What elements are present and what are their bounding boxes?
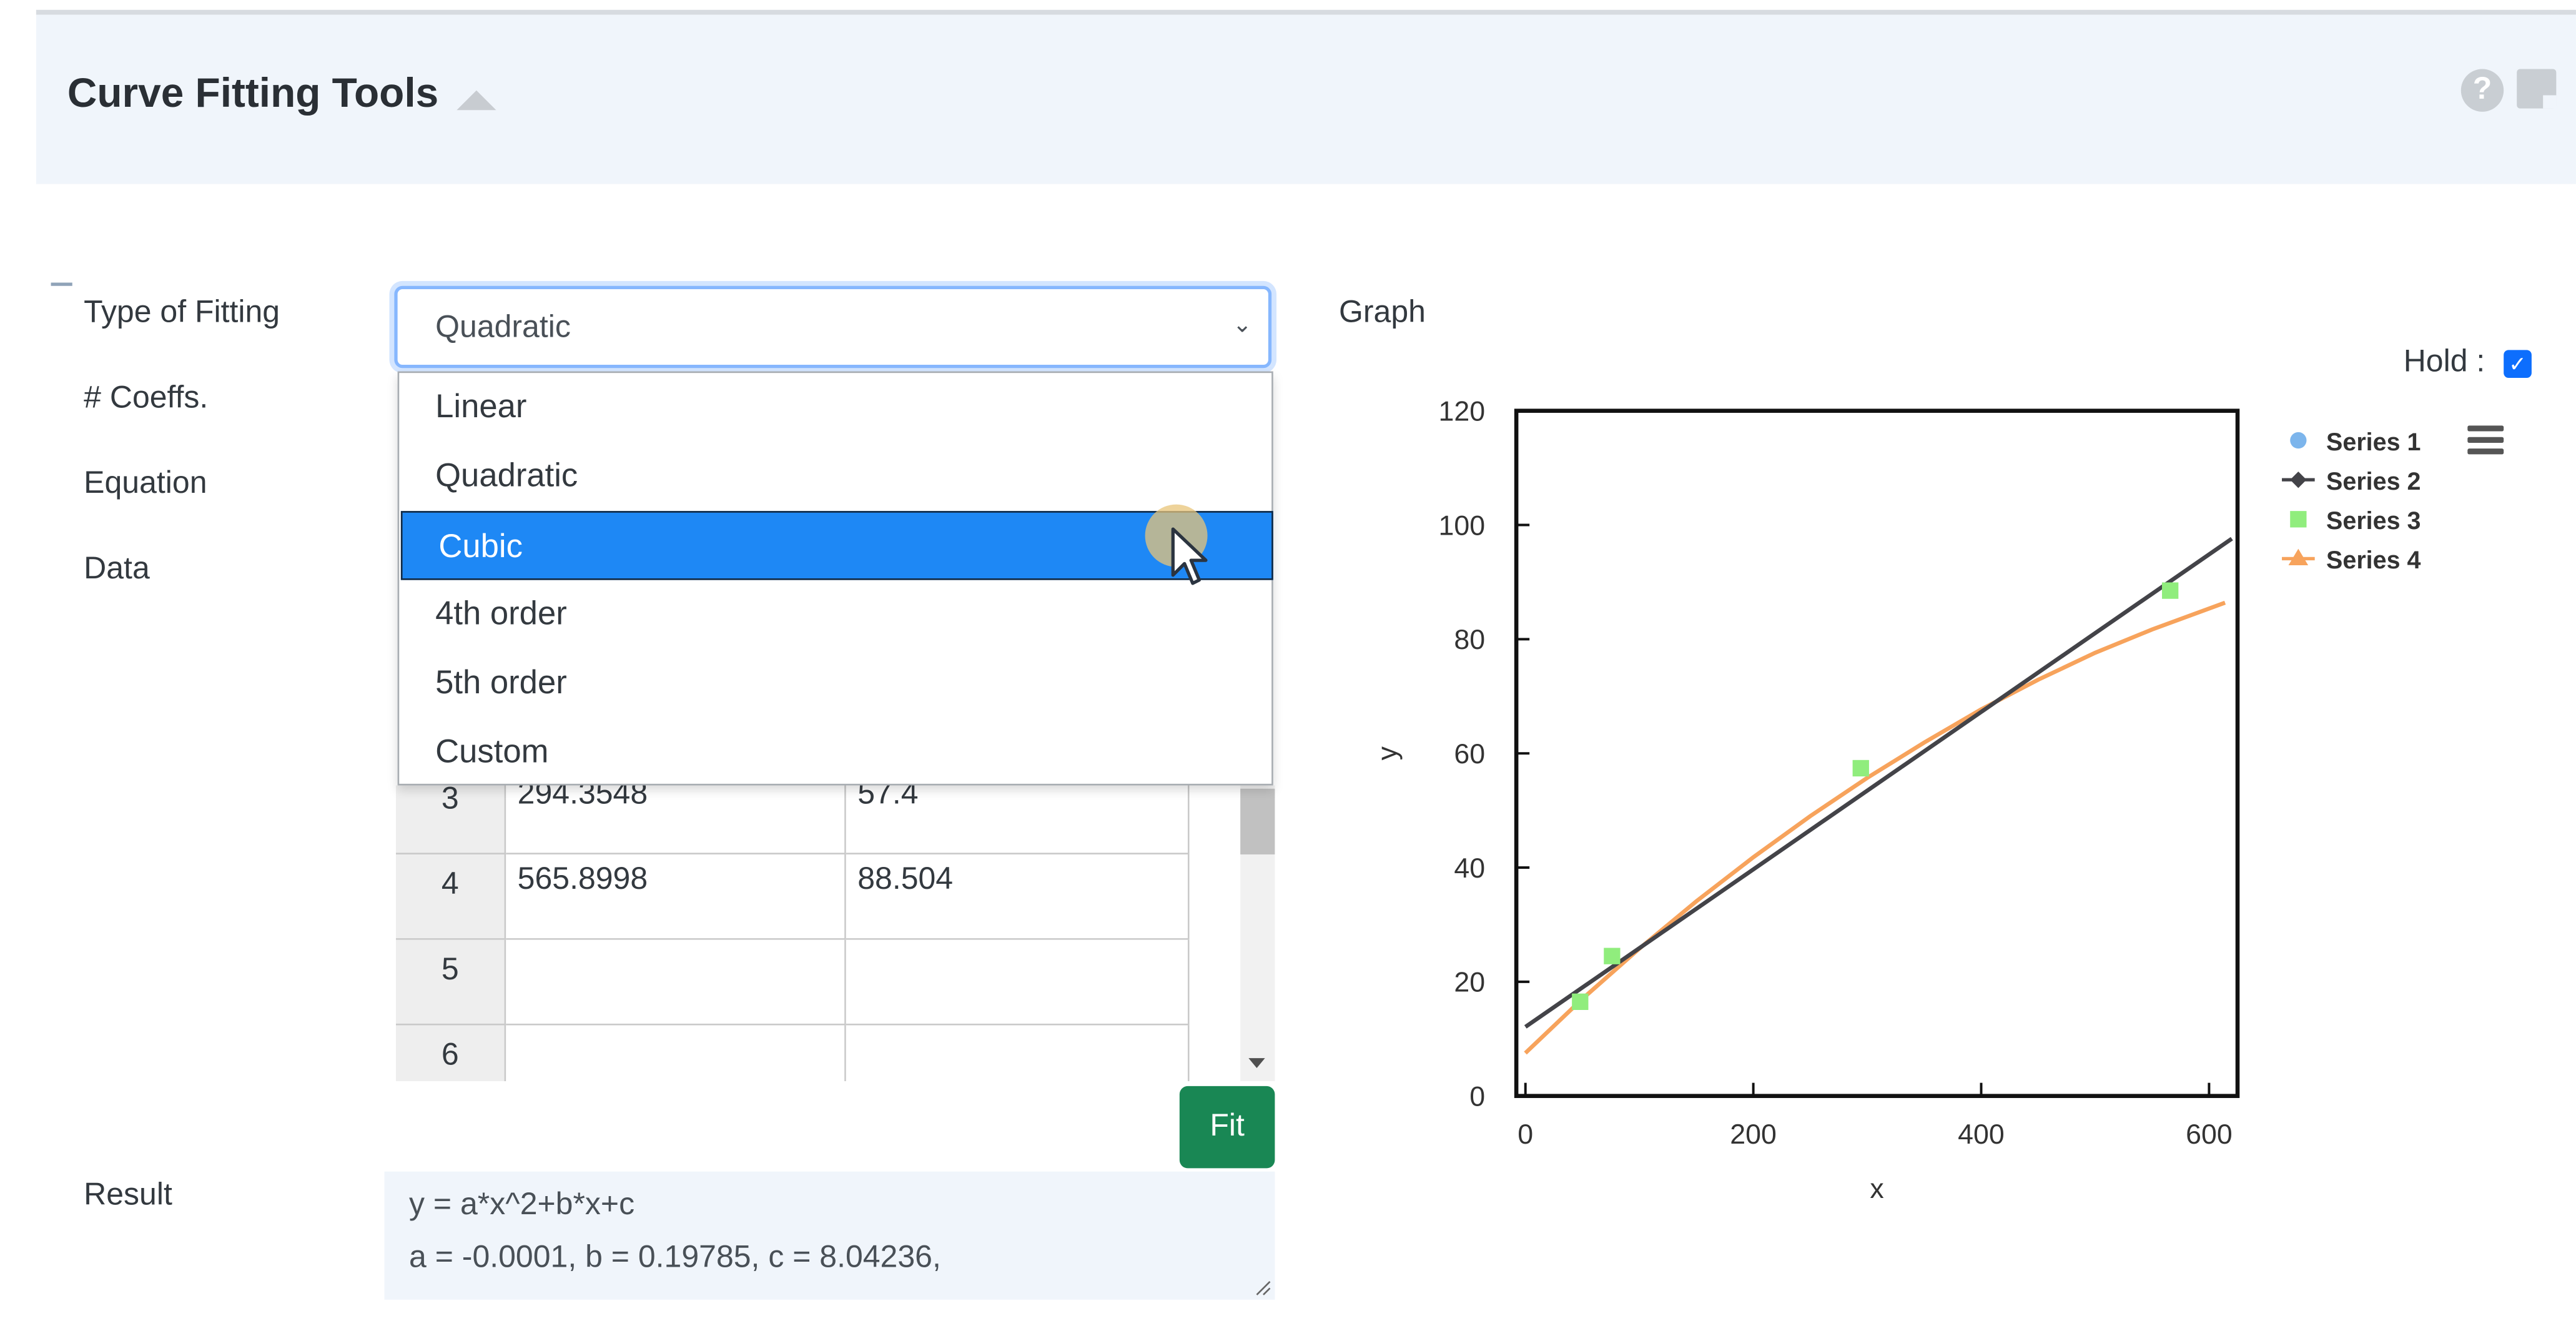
option-custom[interactable]: Custom — [399, 718, 1271, 787]
result-label: Result — [84, 1178, 172, 1213]
option-5th-order[interactable]: 5th order — [399, 649, 1271, 718]
y-tick-label: 20 — [1454, 967, 1485, 998]
hold-label: Hold : — [2403, 345, 2485, 380]
table-cell-x[interactable]: 294.3548 — [506, 785, 846, 854]
y-tick-label: 40 — [1454, 853, 1485, 884]
type-of-fitting-label: Type of Fitting — [84, 295, 280, 330]
option-quadratic[interactable]: Quadratic — [399, 442, 1271, 511]
page-title: Curve Fitting Tools — [67, 71, 439, 117]
collapse-triangle-icon[interactable] — [456, 90, 496, 111]
legend-label-series-4: Series 4 — [2326, 547, 2421, 574]
legend-label-series-2: Series 2 — [2326, 468, 2421, 495]
y-tick-label: 60 — [1454, 739, 1485, 769]
y-tick-label: 120 — [1439, 396, 1486, 427]
table-cell-x[interactable]: 565.8998 — [506, 854, 846, 940]
x-tick-label: 0 — [1517, 1119, 1533, 1150]
table-cell-y[interactable] — [846, 939, 1190, 1026]
row-index-cell: 4 — [395, 854, 506, 940]
help-icon[interactable]: ? — [2460, 69, 2504, 112]
data-table: 3 294.3548 57.4 4 565.8998 88.504 5 6 — [395, 785, 1190, 1082]
resize-grip-icon[interactable] — [1255, 1280, 1271, 1296]
legend-marker-series-2 — [2290, 472, 2307, 488]
table-cell-x[interactable] — [506, 939, 846, 1026]
y-tick-label: 100 — [1439, 510, 1486, 541]
fitting-type-select[interactable]: Quadratic ⌄ — [394, 285, 1272, 369]
option-cubic[interactable]: Cubic — [400, 511, 1273, 580]
card-top-border — [36, 9, 2576, 15]
table-cell-x[interactable] — [506, 1025, 846, 1082]
menu-bar — [2467, 425, 2504, 432]
legend-marker-series-1 — [2290, 432, 2307, 449]
fit-chart: 0 200 400 600 0 20 40 60 80 100 120 x y Series 1 Serie… — [1372, 396, 2504, 1204]
result-coefficients: a = -0.0001, b = 0.19785, c = 8.04236, — [409, 1240, 941, 1275]
y-axis-title: y — [1372, 746, 1403, 760]
scroll-down-arrow-icon[interactable] — [1248, 1058, 1265, 1068]
result-equation: y = a*x^2+b*x+c — [409, 1187, 635, 1223]
x-tick-label: 600 — [2186, 1119, 2233, 1150]
legend-marker-series-3 — [2290, 511, 2307, 528]
y-tick-label: 80 — [1454, 625, 1485, 655]
row-index-cell: 6 — [395, 1025, 506, 1082]
scrollbar-thumb[interactable] — [1240, 788, 1275, 854]
x-tick-label: 400 — [1958, 1119, 2005, 1150]
hold-checkbox[interactable]: ✓ — [2504, 350, 2532, 379]
plot-area — [1514, 408, 2240, 1098]
fitting-type-value: Quadratic — [435, 310, 571, 345]
legend-label-series-1: Series 1 — [2326, 428, 2421, 456]
y-tick-label: 0 — [1469, 1081, 1485, 1112]
x-tick-label: 200 — [1730, 1119, 1777, 1150]
data-label: Data — [84, 552, 150, 587]
menu-bar — [2467, 437, 2504, 443]
graph-label: Graph — [1339, 295, 1426, 330]
table-cell-y[interactable]: 88.504 — [846, 854, 1190, 940]
coeffs-label: # Coeffs. — [84, 381, 209, 416]
chart-menu-icon[interactable] — [2467, 425, 2504, 455]
series-3-point — [1572, 993, 1589, 1010]
series-3-point — [1604, 948, 1621, 964]
row-index-cell: 3 — [395, 785, 506, 854]
table-cell-y[interactable]: 57.4 — [846, 785, 1190, 854]
legend-label-series-3: Series 3 — [2326, 507, 2421, 535]
mouse-pointer-icon — [1171, 527, 1208, 585]
fitting-type-dropdown: Linear Quadratic Cubic 4th order 5th ord… — [397, 371, 1273, 787]
option-4th-order[interactable]: 4th order — [399, 580, 1271, 649]
series-3-point — [1852, 760, 1869, 777]
fit-button[interactable]: Fit — [1179, 1086, 1275, 1169]
card-header: Curve Fitting Tools ? — [36, 14, 2576, 184]
equation-label: Equation — [84, 467, 207, 502]
x-axis-title: x — [1870, 1174, 1883, 1204]
panel-corner-mark — [51, 282, 72, 286]
series-3-point — [2162, 582, 2179, 599]
row-index-cell: 5 — [395, 939, 506, 1026]
menu-bar — [2467, 448, 2504, 455]
chevron-down-icon: ⌄ — [1232, 310, 1252, 337]
note-icon[interactable] — [2517, 69, 2557, 109]
result-textarea[interactable]: y = a*x^2+b*x+c a = -0.0001, b = 0.19785… — [384, 1171, 1275, 1300]
option-linear[interactable]: Linear — [399, 373, 1271, 442]
table-cell-y[interactable] — [846, 1025, 1190, 1082]
